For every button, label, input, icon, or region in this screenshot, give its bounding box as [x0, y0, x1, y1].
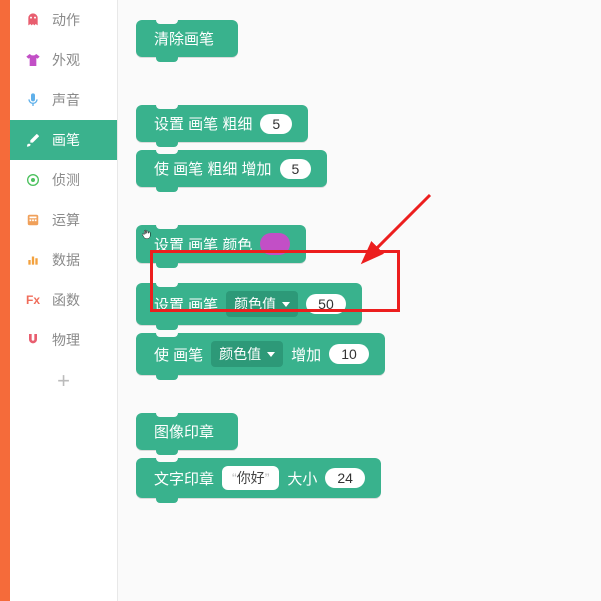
param-dropdown[interactable]: 颜色值	[211, 341, 283, 367]
param-value-input[interactable]: 50	[306, 294, 346, 314]
bars-icon	[24, 251, 42, 269]
block-set-pen-color[interactable]: 设置 画笔 颜色	[136, 225, 306, 263]
block-clear-pen[interactable]: 清除画笔	[136, 20, 238, 57]
category-sidebar: 动作 外观 声音 画笔 侦测	[10, 0, 118, 601]
param-dropdown[interactable]: 颜色值	[226, 291, 298, 317]
chevron-down-icon	[267, 352, 275, 357]
magnet-icon	[24, 331, 42, 349]
dropdown-label: 颜色值	[234, 294, 276, 314]
hand-cursor-icon	[140, 228, 156, 244]
sidebar-item-label: 声音	[52, 90, 103, 110]
sidebar-item-physics[interactable]: 物理	[10, 320, 117, 360]
sidebar-item-label: 外观	[52, 50, 103, 70]
plus-icon: +	[57, 368, 70, 393]
block-set-pen-param[interactable]: 设置 画笔 颜色值 50	[136, 283, 362, 325]
sidebar-add-button[interactable]: +	[10, 360, 117, 402]
target-icon	[24, 171, 42, 189]
block-label: 文字印章	[154, 468, 214, 489]
app-root: 动作 外观 声音 画笔 侦测	[0, 0, 601, 601]
color-swatch[interactable]	[260, 233, 290, 255]
sidebar-item-label: 侦测	[52, 170, 103, 190]
mic-icon	[24, 91, 42, 109]
blocks-canvas[interactable]: 清除画笔 设置 画笔 粗细 5 使 画笔 粗细 增加 5	[118, 0, 601, 601]
block-label: 图像印章	[154, 421, 214, 442]
sidebar-item-sound[interactable]: 声音	[10, 80, 117, 120]
chevron-down-icon	[282, 302, 290, 307]
sidebar-item-operators[interactable]: 运算	[10, 200, 117, 240]
sidebar-item-sensing[interactable]: 侦测	[10, 160, 117, 200]
fx-icon: Fx	[24, 291, 42, 309]
block-label: 使 画笔	[154, 344, 203, 365]
sidebar-item-looks[interactable]: 外观	[10, 40, 117, 80]
sidebar-item-label: 数据	[52, 250, 103, 270]
block-label: 设置 画笔 粗细	[154, 113, 252, 134]
thickness-change-input[interactable]: 5	[280, 159, 312, 179]
sidebar-item-label: 动作	[52, 10, 103, 30]
sidebar-item-label: 物理	[52, 330, 103, 350]
block-label: 设置 画笔 颜色	[154, 234, 252, 255]
shirt-icon	[24, 51, 42, 69]
param-change-input[interactable]: 10	[329, 344, 369, 364]
text-input[interactable]: 你好	[222, 466, 279, 490]
block-stamp-text[interactable]: 文字印章 你好 大小 24	[136, 458, 381, 498]
sidebar-item-label: 函数	[52, 290, 103, 310]
block-set-pen-thickness[interactable]: 设置 画笔 粗细 5	[136, 105, 308, 142]
block-label: 使 画笔 粗细 增加	[154, 158, 272, 179]
block-change-pen-param[interactable]: 使 画笔 颜色值 增加 10	[136, 333, 385, 375]
text-size-input[interactable]: 24	[325, 468, 365, 488]
sidebar-item-label: 画笔	[52, 130, 103, 150]
block-change-pen-thickness[interactable]: 使 画笔 粗细 增加 5	[136, 150, 327, 187]
block-stamp-image[interactable]: 图像印章	[136, 413, 238, 450]
calc-icon	[24, 211, 42, 229]
block-label: 设置 画笔	[154, 294, 218, 315]
window-accent-strip	[0, 0, 10, 601]
ghost-icon	[24, 11, 42, 29]
thickness-input[interactable]: 5	[260, 114, 292, 134]
sidebar-item-functions[interactable]: Fx 函数	[10, 280, 117, 320]
brush-icon	[24, 131, 42, 149]
block-label-suffix: 增加	[291, 344, 321, 365]
sidebar-item-data[interactable]: 数据	[10, 240, 117, 280]
block-label-size: 大小	[287, 468, 317, 489]
sidebar-item-label: 运算	[52, 210, 103, 230]
sidebar-item-pen[interactable]: 画笔	[10, 120, 117, 160]
dropdown-label: 颜色值	[219, 344, 261, 364]
sidebar-item-motion[interactable]: 动作	[10, 0, 117, 40]
block-label: 清除画笔	[154, 28, 214, 49]
